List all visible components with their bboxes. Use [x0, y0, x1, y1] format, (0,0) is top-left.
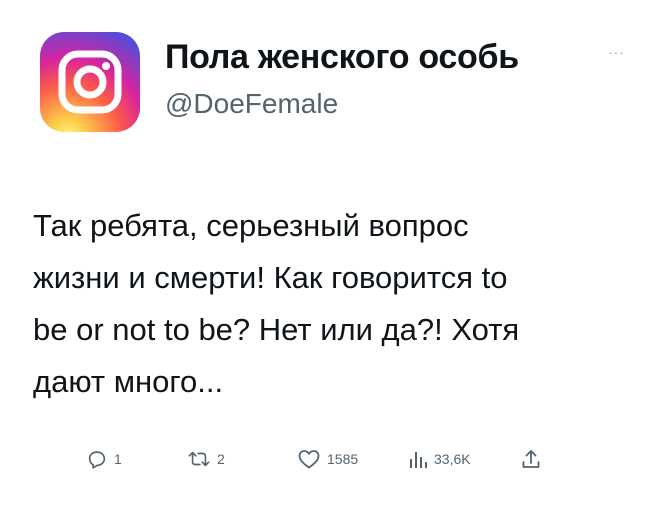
like-button[interactable]: 1585 [297, 448, 358, 470]
avatar[interactable] [40, 32, 140, 132]
more-options-icon[interactable]: ··· [608, 44, 625, 60]
retweet-button[interactable]: 2 [187, 448, 225, 470]
share-upload-icon [522, 450, 540, 468]
retweet-icon [188, 451, 210, 467]
tweet-text: Так ребята, серьезный вопрос жизни и сме… [33, 208, 520, 399]
analytics-bars-icon [410, 452, 427, 468]
views-button[interactable]: 33,6K [408, 448, 471, 470]
share-button[interactable] [520, 448, 548, 470]
heart-icon [298, 450, 320, 469]
user-handle[interactable]: @DoeFemale [165, 88, 338, 120]
reply-icon [88, 451, 106, 469]
retweet-count: 2 [217, 451, 225, 467]
views-count: 33,6K [434, 451, 471, 467]
instagram-logo-icon [58, 50, 122, 114]
display-name[interactable]: Пола женского особь [165, 38, 519, 77]
reply-count: 1 [114, 451, 122, 467]
tweet-actions: 1 2 1585 33,6K [0, 442, 650, 478]
reply-button[interactable]: 1 [86, 448, 122, 470]
like-count: 1585 [327, 451, 359, 467]
